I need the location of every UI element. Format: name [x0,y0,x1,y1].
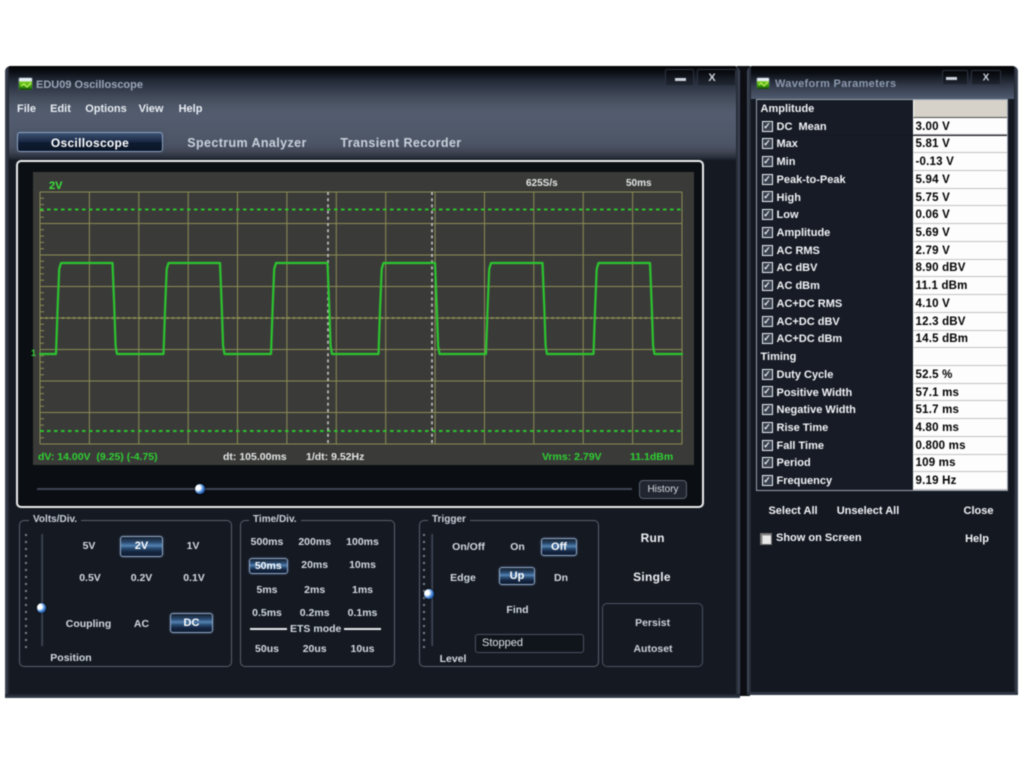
svg-text:11.1dBm: 11.1dBm [630,451,673,463]
svg-text:50ms: 50ms [626,178,652,189]
svg-text:2V: 2V [49,180,63,192]
svg-text:1/dt: 9.52Hz: 1/dt: 9.52Hz [306,451,364,463]
svg-text:dV: 14.00V (9.25) (-4.75): dV: 14.00V (9.25) (-4.75) [38,451,158,463]
svg-text:Vrms: 2.79V: Vrms: 2.79V [542,451,602,463]
svg-text:625S/s: 625S/s [526,178,558,189]
svg-text:dt: 105.00ms: dt: 105.00ms [223,451,287,463]
